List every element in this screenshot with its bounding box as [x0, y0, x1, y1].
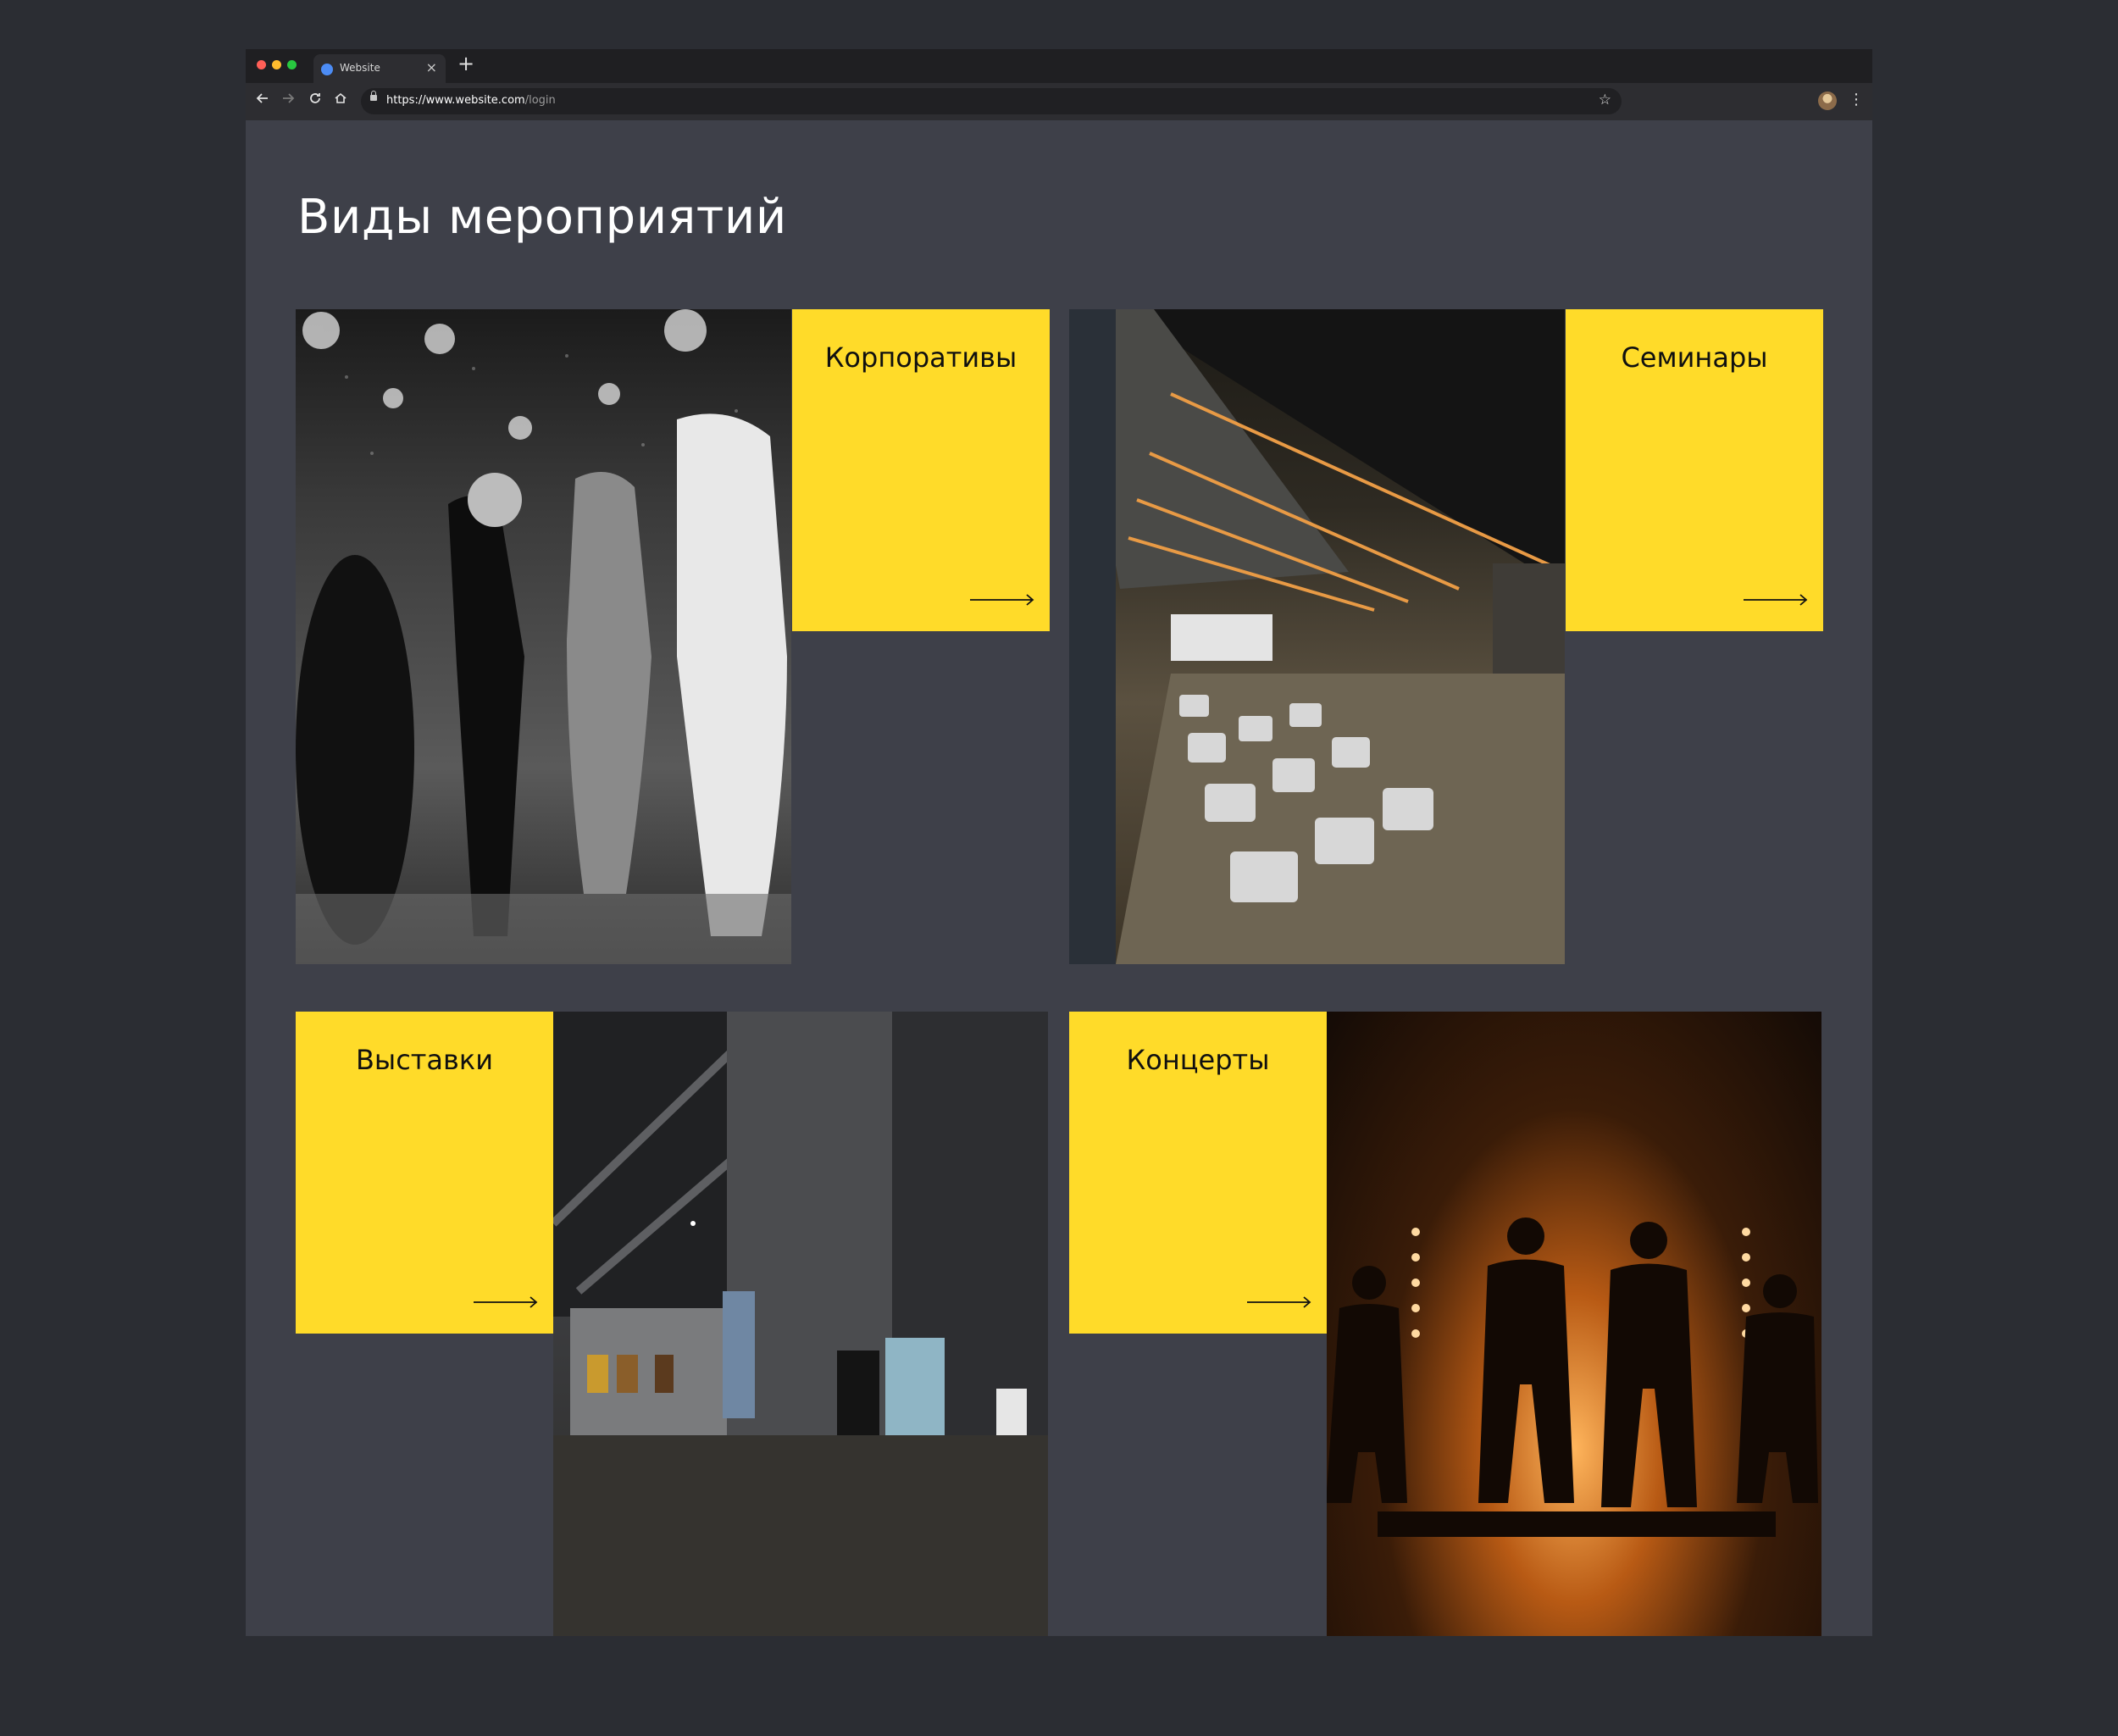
- forward-icon[interactable]: [281, 92, 295, 109]
- event-card-label: Семинары: [1621, 341, 1768, 374]
- minimize-window-dot[interactable]: [272, 60, 281, 69]
- seminar-hall-photo: [1069, 309, 1565, 964]
- arrow-right-icon: [1744, 593, 1808, 609]
- browser-tab[interactable]: Website ×: [313, 54, 446, 83]
- new-tab-button[interactable]: +: [457, 52, 474, 75]
- lock-icon: [370, 91, 377, 101]
- event-card-label: Концерты: [1126, 1044, 1270, 1076]
- profile-avatar[interactable]: [1818, 92, 1837, 110]
- browser-toolbar: https://www.website.com/login ☆ ⋮: [246, 83, 1872, 120]
- concert-photo: [1327, 1012, 1821, 1636]
- event-card-concerts[interactable]: Концерты: [1069, 1012, 1327, 1334]
- arrow-right-icon: [474, 1295, 538, 1312]
- event-card-corporate[interactable]: Корпоративы: [792, 309, 1050, 631]
- maximize-window-dot[interactable]: [287, 60, 297, 69]
- bookmark-star-icon[interactable]: ☆: [1599, 92, 1611, 108]
- globe-icon: [321, 64, 333, 75]
- event-card-exhibitions[interactable]: Выставки: [296, 1012, 553, 1334]
- home-icon[interactable]: [334, 92, 347, 109]
- tab-bar: Website × +: [246, 49, 1872, 83]
- url-text: https://www.website.com/login: [386, 94, 556, 107]
- reload-icon[interactable]: [308, 92, 322, 109]
- corporate-party-photo: [296, 309, 791, 964]
- tab-title: Website: [340, 62, 380, 74]
- event-card-seminars[interactable]: Семинары: [1566, 309, 1823, 631]
- page-title: Виды мероприятий: [297, 190, 787, 245]
- event-card-label: Выставки: [355, 1044, 494, 1076]
- browser-window: Website × + https://www.website.com/logi…: [246, 49, 1872, 1636]
- close-window-dot[interactable]: [257, 60, 266, 69]
- arrow-right-icon: [970, 593, 1034, 609]
- address-bar[interactable]: https://www.website.com/login ☆: [361, 88, 1622, 114]
- more-menu-icon[interactable]: ⋮: [1849, 91, 1864, 108]
- back-icon[interactable]: [256, 92, 269, 109]
- event-card-label: Корпоративы: [824, 341, 1017, 374]
- exhibition-photo: [553, 1012, 1048, 1636]
- close-tab-icon[interactable]: ×: [426, 59, 437, 75]
- arrow-right-icon: [1247, 1295, 1311, 1312]
